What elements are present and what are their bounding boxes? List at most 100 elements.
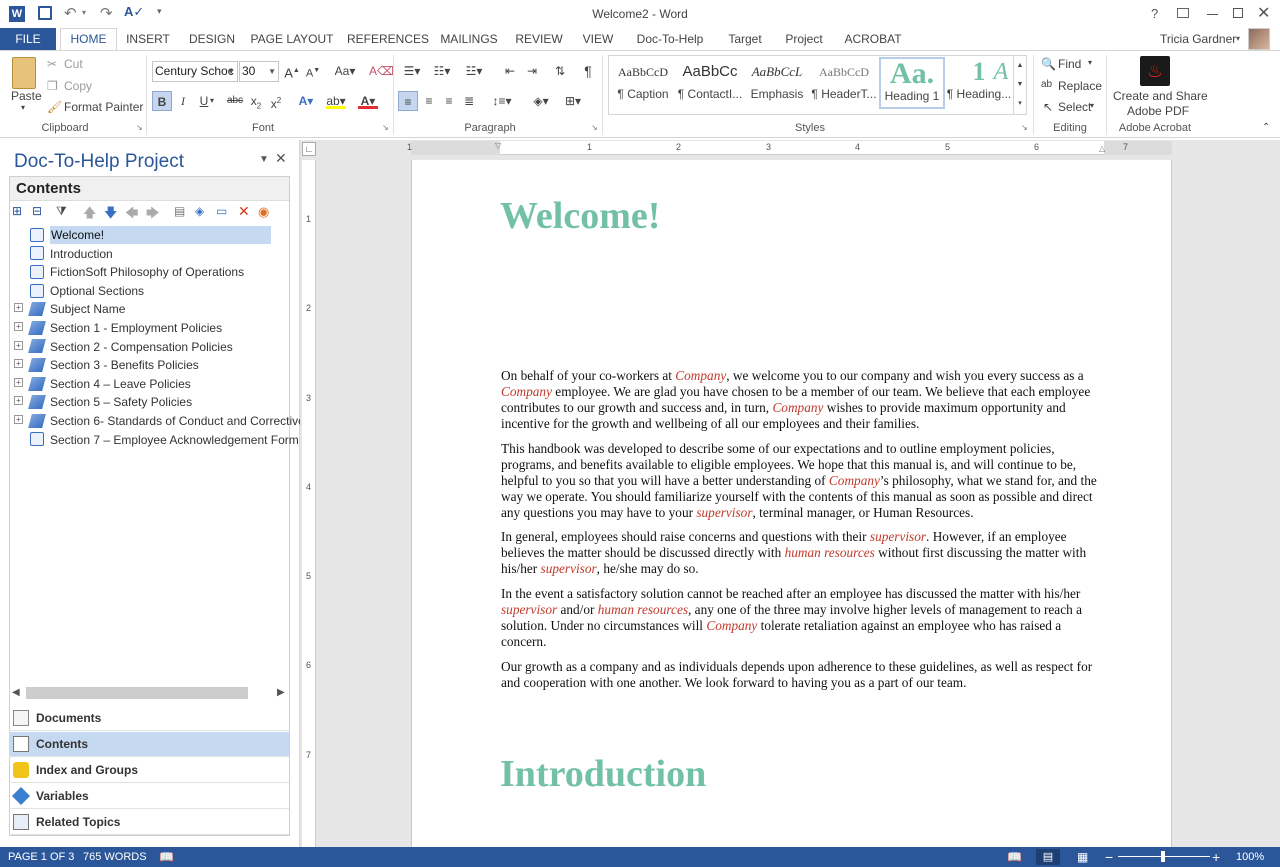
styles-scroll-up-icon[interactable]: ▲: [1013, 56, 1026, 75]
borders-icon[interactable]: ⊞▾: [560, 91, 586, 111]
nav-related-topics[interactable]: Related Topics: [9, 810, 289, 835]
tree-item[interactable]: + Subject Name: [14, 299, 125, 317]
tab-selector-icon[interactable]: ∟: [302, 142, 316, 156]
body-paragraph[interactable]: In the event a satisfactory solution can…: [501, 586, 1107, 650]
font-family-select[interactable]: Century Schoc ▼: [152, 61, 238, 82]
style-caption[interactable]: AaBbCcD ¶ Caption: [610, 57, 676, 109]
tab-target[interactable]: Target: [722, 31, 768, 50]
print-layout-icon[interactable]: ▤: [1036, 849, 1060, 865]
tree-item[interactable]: Optional Sections: [30, 281, 144, 299]
bullets-icon[interactable]: ☰▾: [398, 61, 426, 81]
tab-review[interactable]: REVIEW: [514, 31, 564, 50]
tree-scroll-right-icon[interactable]: ▶: [277, 687, 285, 698]
maximize-button[interactable]: [1233, 8, 1243, 18]
undo-dropdown-icon[interactable]: ▾: [82, 8, 86, 17]
zoom-slider-thumb[interactable]: [1161, 851, 1165, 862]
word-count[interactable]: 765 WORDS: [83, 847, 147, 867]
decrease-indent-icon[interactable]: ⇤: [500, 61, 520, 81]
font-size-select[interactable]: 30 ▼: [239, 61, 279, 82]
justify-icon[interactable]: ≣: [459, 91, 479, 111]
clipboard-launcher-icon[interactable]: ↘: [136, 123, 143, 132]
show-formatting-marks-icon[interactable]: ¶: [578, 61, 598, 81]
tab-references[interactable]: REFERENCES: [347, 31, 429, 50]
user-name[interactable]: Tricia Gardner: [1160, 32, 1236, 46]
pane-close-icon[interactable]: ✕: [275, 150, 287, 167]
select-button[interactable]: Select: [1058, 100, 1091, 114]
customize-qat-icon[interactable]: ▾: [157, 6, 162, 17]
right-indent-marker[interactable]: △: [1099, 144, 1105, 153]
ribbon-display-options-icon[interactable]: [1177, 8, 1189, 18]
replace-button[interactable]: Replace: [1058, 79, 1102, 93]
zoom-in-button[interactable]: +: [1212, 847, 1220, 867]
styles-expand-icon[interactable]: ▾: [1013, 94, 1026, 114]
avatar[interactable]: [1248, 28, 1270, 50]
heading-introduction[interactable]: Introduction: [500, 752, 706, 796]
select-dropdown-icon[interactable]: ▾: [1090, 101, 1094, 110]
cut-button[interactable]: Cut: [64, 57, 83, 71]
tab-page-layout[interactable]: PAGE LAYOUT: [250, 31, 334, 50]
font-color-icon[interactable]: A▾: [358, 91, 378, 109]
expand-icon[interactable]: +: [14, 303, 23, 313]
delete-icon[interactable]: ✕: [238, 203, 250, 220]
collapse-all-icon[interactable]: ⊟: [32, 204, 42, 218]
rename-icon[interactable]: ▭: [216, 204, 227, 218]
paste-icon[interactable]: [12, 57, 36, 89]
body-paragraph[interactable]: In general, employees should raise conce…: [501, 529, 1107, 577]
new-topic-icon[interactable]: ▤: [174, 204, 185, 218]
refresh-icon[interactable]: ◉: [258, 204, 269, 220]
tab-design[interactable]: DESIGN: [185, 31, 239, 50]
expand-icon[interactable]: +: [14, 340, 23, 350]
undo-icon[interactable]: ↶: [64, 4, 77, 22]
tree-item[interactable]: + Section 6- Standards of Conduct and Cor…: [14, 411, 315, 429]
page-count[interactable]: PAGE 1 OF 3: [8, 847, 74, 867]
filter-icon[interactable]: ⧩: [56, 204, 67, 219]
word-logo-icon[interactable]: W: [9, 6, 25, 22]
nav-variables[interactable]: Variables: [9, 784, 289, 809]
nav-index-and-groups[interactable]: Index and Groups: [9, 758, 289, 783]
expand-all-icon[interactable]: ⊞: [12, 204, 22, 218]
align-right-icon[interactable]: ≡: [439, 91, 459, 111]
tab-insert[interactable]: INSERT: [124, 31, 172, 50]
tab-file[interactable]: FILE: [0, 28, 56, 50]
style-header-text[interactable]: AaBbCcD ¶ HeaderT...: [811, 57, 877, 109]
adobe-pdf-label[interactable]: Adobe PDF: [1127, 104, 1189, 118]
nav-documents[interactable]: Documents: [9, 706, 289, 731]
close-button[interactable]: ✕: [1257, 3, 1270, 23]
style-more[interactable]: A: [990, 57, 1012, 109]
style-contact-info[interactable]: AaBbCc ¶ ContactI...: [677, 57, 743, 109]
tree-item[interactable]: + Section 5 – Safety Policies: [14, 392, 192, 410]
move-left-icon[interactable]: 🡄: [125, 204, 138, 226]
heading-welcome[interactable]: Welcome!: [500, 194, 660, 238]
body-paragraph[interactable]: This handbook was developed to describe …: [501, 441, 1107, 521]
paste-dropdown-icon[interactable]: ▾: [21, 103, 25, 112]
tree-item[interactable]: + Section 4 – Leave Policies: [14, 374, 191, 392]
move-down-icon[interactable]: 🡇: [104, 204, 117, 226]
italic-icon[interactable]: I: [173, 91, 193, 111]
shrink-font-icon[interactable]: A▼: [303, 61, 323, 81]
styles-scroll-down-icon[interactable]: ▼: [1013, 75, 1026, 94]
pane-options-icon[interactable]: ▼: [259, 154, 269, 165]
superscript-icon[interactable]: x2: [266, 91, 286, 111]
text-effects-icon[interactable]: A▾: [296, 91, 316, 111]
clear-formatting-icon[interactable]: A⌫: [369, 61, 394, 81]
create-share-label[interactable]: Create and Share: [1113, 89, 1208, 103]
minimize-button[interactable]: [1207, 14, 1218, 15]
strikethrough-icon[interactable]: abc: [225, 91, 245, 111]
tab-acrobat[interactable]: ACROBAT: [841, 31, 905, 50]
bold-icon[interactable]: B: [152, 91, 172, 111]
sort-icon[interactable]: ⇅: [550, 61, 570, 81]
read-mode-icon[interactable]: 📖: [1007, 847, 1022, 867]
style-heading-1[interactable]: Aa. Heading 1: [879, 57, 945, 109]
shading-icon[interactable]: ◈▾: [528, 91, 554, 111]
nav-contents[interactable]: Contents: [9, 732, 289, 757]
paste-button[interactable]: Paste: [11, 89, 42, 103]
highlight-color-icon[interactable]: ab▾: [326, 91, 346, 109]
tab-doc-to-help[interactable]: Doc-To-Help: [630, 31, 710, 50]
tree-item[interactable]: + Section 1 - Employment Policies: [14, 318, 222, 336]
multilevel-list-icon[interactable]: ☳▾: [460, 61, 488, 81]
grow-font-icon[interactable]: A▲: [282, 61, 302, 81]
zoom-out-button[interactable]: −: [1105, 847, 1113, 867]
font-launcher-icon[interactable]: ↘: [382, 123, 389, 132]
align-center-icon[interactable]: ≡: [419, 91, 439, 111]
expand-icon[interactable]: +: [14, 377, 23, 387]
